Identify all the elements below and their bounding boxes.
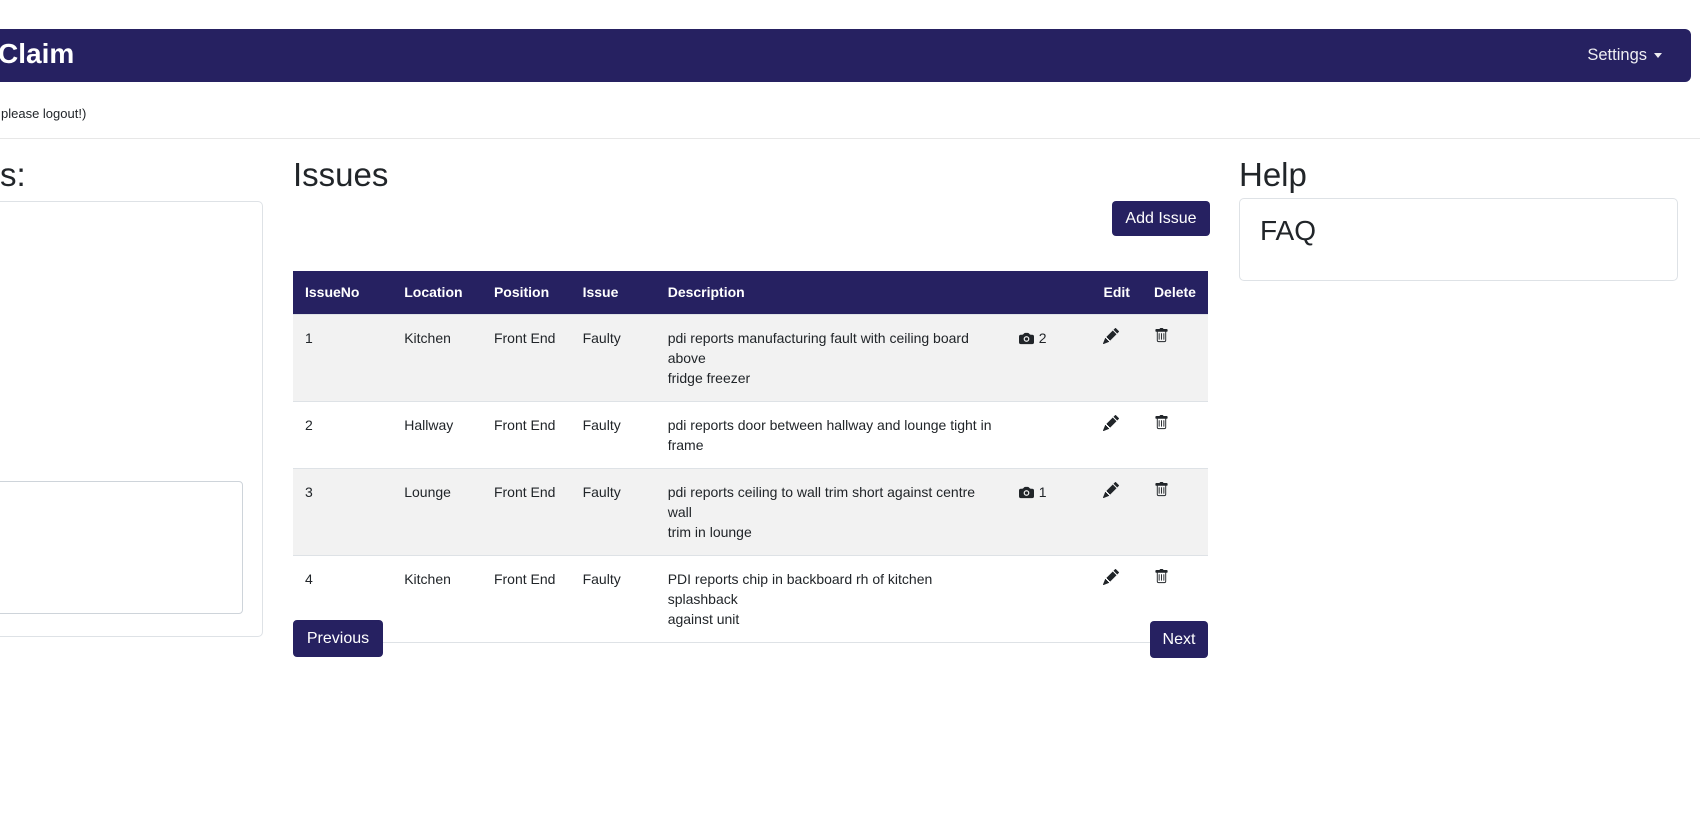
trash-icon [1154, 482, 1169, 497]
cell-issue: Faulty [571, 469, 656, 556]
left-panel-heading: s: [0, 156, 26, 194]
cell-location: Lounge [392, 469, 482, 556]
cell-issue: Faulty [571, 402, 656, 469]
left-panel-textarea[interactable] [0, 481, 243, 614]
table-header-row: IssueNo Location Position Issue Descript… [293, 271, 1208, 315]
cell-issueno: 1 [293, 315, 392, 402]
settings-label: Settings [1587, 46, 1647, 65]
table-row: 4 Kitchen Front End Faulty PDI reports c… [293, 556, 1208, 643]
cell-position: Front End [482, 402, 571, 469]
edit-button[interactable] [1103, 569, 1119, 585]
cell-location: Kitchen [392, 556, 482, 643]
col-header-description: Description [656, 271, 1007, 315]
cell-delete [1142, 402, 1208, 469]
camera-icon [1019, 485, 1034, 500]
edit-button[interactable] [1103, 415, 1119, 431]
page: Claim Settings please logout!) s: Issues… [0, 0, 1700, 824]
photo-count: 1 [1039, 482, 1047, 502]
col-header-location: Location [392, 271, 482, 315]
cell-photos [1007, 556, 1092, 643]
cell-issueno: 3 [293, 469, 392, 556]
edit-button[interactable] [1103, 328, 1119, 344]
faq-card: FAQ [1239, 198, 1678, 281]
pencil-icon [1103, 328, 1119, 344]
delete-button[interactable] [1154, 569, 1169, 584]
cell-position: Front End [482, 315, 571, 402]
col-header-delete: Delete [1142, 271, 1208, 315]
faq-link[interactable]: FAQ [1260, 214, 1316, 248]
cell-description: PDI reports chip in backboard rh of kitc… [656, 556, 1007, 643]
cell-delete [1142, 469, 1208, 556]
cell-edit [1091, 469, 1141, 556]
cell-description: pdi reports manufacturing fault with cei… [656, 315, 1007, 402]
cell-location: Kitchen [392, 315, 482, 402]
cell-issueno: 2 [293, 402, 392, 469]
previous-button[interactable]: Previous [293, 620, 383, 657]
cell-position: Front End [482, 469, 571, 556]
cell-delete [1142, 315, 1208, 402]
issues-table: IssueNo Location Position Issue Descript… [293, 271, 1208, 643]
cell-edit [1091, 402, 1141, 469]
cell-position: Front End [482, 556, 571, 643]
pencil-icon [1103, 569, 1119, 585]
cell-photos [1007, 402, 1092, 469]
brand-link[interactable]: Claim [0, 38, 74, 70]
navbar: Claim Settings [0, 29, 1691, 82]
delete-button[interactable] [1154, 328, 1169, 343]
pencil-icon [1103, 482, 1119, 498]
camera-icon [1019, 331, 1034, 346]
cell-edit [1091, 556, 1141, 643]
cell-description: pdi reports door between hallway and lou… [656, 402, 1007, 469]
logout-notice: please logout!) [1, 106, 86, 121]
add-issue-button[interactable]: Add Issue [1112, 201, 1210, 236]
delete-button[interactable] [1154, 482, 1169, 497]
col-header-position: Position [482, 271, 571, 315]
cell-photos: 1 [1007, 469, 1092, 556]
delete-button[interactable] [1154, 415, 1169, 430]
cell-edit [1091, 315, 1141, 402]
trash-icon [1154, 415, 1169, 430]
photo-count-badge[interactable]: 2 [1019, 328, 1047, 348]
settings-menu[interactable]: Settings [1587, 29, 1662, 82]
help-heading: Help [1239, 156, 1307, 194]
photo-count: 2 [1039, 328, 1047, 348]
pencil-icon [1103, 415, 1119, 431]
col-header-edit: Edit [1091, 271, 1141, 315]
col-header-photos [1007, 271, 1092, 315]
photo-count-badge[interactable]: 1 [1019, 482, 1047, 502]
table-row: 3 Lounge Front End Faulty pdi reports ce… [293, 469, 1208, 556]
edit-button[interactable] [1103, 482, 1119, 498]
col-header-issueno: IssueNo [293, 271, 392, 315]
issues-heading: Issues [293, 156, 388, 194]
cell-description: pdi reports ceiling to wall trim short a… [656, 469, 1007, 556]
cell-issue: Faulty [571, 315, 656, 402]
next-button[interactable]: Next [1150, 621, 1208, 658]
table-row: 1 Kitchen Front End Faulty pdi reports m… [293, 315, 1208, 402]
col-header-issue: Issue [571, 271, 656, 315]
cell-location: Hallway [392, 402, 482, 469]
table-row: 2 Hallway Front End Faulty pdi reports d… [293, 402, 1208, 469]
trash-icon [1154, 328, 1169, 343]
cell-photos: 2 [1007, 315, 1092, 402]
cell-issue: Faulty [571, 556, 656, 643]
trash-icon [1154, 569, 1169, 584]
divider [0, 138, 1700, 139]
chevron-down-icon [1654, 53, 1662, 58]
